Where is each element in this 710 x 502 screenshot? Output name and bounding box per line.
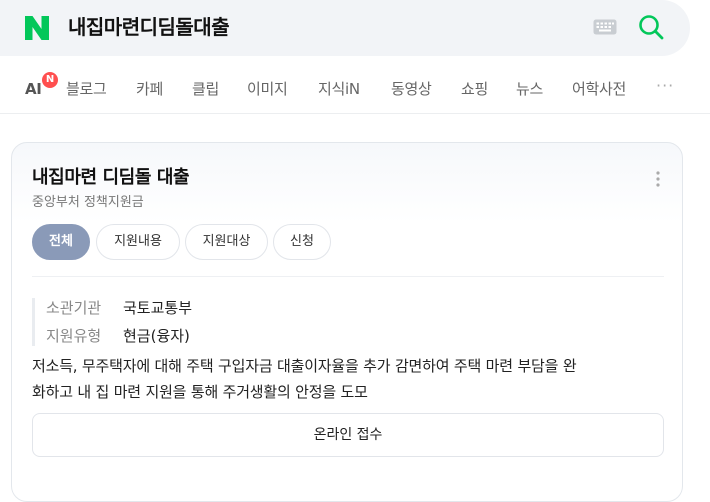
search-icon[interactable] [636, 12, 666, 42]
info-label-type: 지원유형 [46, 327, 102, 345]
tab-clip[interactable]: 클립 [192, 78, 219, 100]
description-line-1: 저소득, 무주택자에 대해 주택 구입자금 대출이자율을 추가 감면하여 주택 … [32, 357, 577, 375]
search-tabs: AI N 블로그 카페 클립 이미지 지식iN 동영상 쇼핑 뉴스 어학사전 ·… [0, 66, 710, 114]
chip-apply[interactable]: 신청 [273, 224, 331, 260]
more-tabs-icon[interactable]: ··· [656, 76, 674, 95]
divider [32, 276, 664, 277]
online-apply-button[interactable]: 온라인 접수 [32, 413, 664, 457]
search-input[interactable]: 내집마련디딤돌대출 [68, 12, 230, 42]
info-value-agency: 국토교통부 [123, 299, 193, 317]
naver-logo-icon[interactable] [22, 13, 52, 43]
card-title[interactable]: 내집마련 디딤돌 대출 [32, 163, 190, 189]
tab-kin[interactable]: 지식iN [318, 78, 360, 100]
keyboard-icon[interactable] [593, 18, 617, 36]
tab-news[interactable]: 뉴스 [516, 78, 543, 100]
card-subtitle: 중앙부처 정책지원금 [32, 195, 144, 210]
policy-card: 내집마련 디딤돌 대출 중앙부처 정책지원금 전체 지원내용 지원대상 신청 소… [11, 142, 683, 502]
tab-dictionary[interactable]: 어학사전 [572, 78, 626, 100]
chip-support-target[interactable]: 지원대상 [185, 224, 268, 260]
info-value-type: 현금(융자) [123, 327, 190, 345]
policy-description: 저소득, 무주택자에 대해 주택 구입자금 대출이자율을 추가 감면하여 주택 … [32, 353, 672, 405]
description-line-2: 화하고 내 집 마련 지원을 통해 주거생활의 안정을 도모 [32, 383, 368, 401]
tab-blog[interactable]: 블로그 [66, 78, 107, 100]
tab-shopping[interactable]: 쇼핑 [461, 78, 488, 100]
info-label-agency: 소관기관 [46, 299, 102, 317]
chip-support-content[interactable]: 지원내용 [96, 224, 180, 260]
tab-ai[interactable]: AI [25, 78, 42, 100]
tab-cafe[interactable]: 카페 [136, 78, 163, 100]
chip-all[interactable]: 전체 [32, 224, 90, 260]
tab-video[interactable]: 동영상 [391, 78, 432, 100]
more-options-icon[interactable] [656, 171, 660, 187]
info-accent-bar [32, 298, 35, 346]
tab-image[interactable]: 이미지 [247, 78, 288, 100]
new-badge: N [42, 72, 58, 88]
search-bar: 내집마련디딤돌대출 [0, 0, 690, 56]
